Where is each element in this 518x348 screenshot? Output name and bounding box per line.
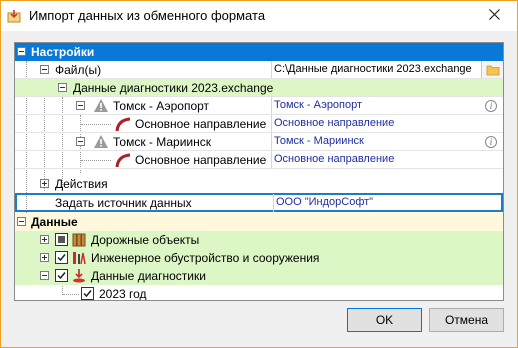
import-dialog: Импорт данных из обменного формата Настр…: [0, 0, 518, 348]
year-label: 2023 год: [99, 287, 147, 301]
file-path-value[interactable]: C:\Данные диагностики 2023.exchange: [274, 63, 472, 75]
direction-value[interactable]: Основное направление: [274, 153, 394, 165]
direction-row-airport[interactable]: Основное направление Основное направлени…: [15, 115, 503, 133]
close-icon: [488, 9, 500, 23]
expand-icon[interactable]: [40, 253, 49, 262]
category-label: Данные: [31, 215, 78, 229]
road-tomsk-airport[interactable]: Томск - Аэропорт Томск - Аэропорт i: [15, 97, 503, 115]
collapse-icon[interactable]: [58, 83, 67, 92]
exchange-file-label: Данные диагностики 2023.exchange: [73, 81, 274, 95]
close-button[interactable]: [471, 1, 517, 31]
actions-row[interactable]: Действия: [15, 175, 503, 193]
direction-label: Основное направление: [135, 153, 267, 167]
properties-tree[interactable]: Настройки Файл(ы) C:\Данные диагностики …: [14, 42, 504, 301]
road-tomsk-mariinsk[interactable]: Томск - Мариинск Томск - Мариинск i: [15, 133, 503, 151]
year-checkbox[interactable]: [81, 287, 94, 300]
title-bar: Импорт данных из обменного формата: [1, 1, 517, 31]
cancel-button[interactable]: Отмена: [429, 308, 504, 332]
category-label: Настройки: [31, 45, 95, 59]
direction-label: Основное направление: [135, 117, 267, 131]
engineering-label: Инженерное обустройство и сооружения: [91, 251, 320, 265]
year-row[interactable]: 2023 год: [15, 285, 503, 301]
diagnostics-row[interactable]: Данные диагностики: [15, 267, 503, 285]
diagnostics-checkbox[interactable]: [55, 269, 68, 282]
ok-button[interactable]: OK: [347, 308, 422, 332]
road-label: Томск - Аэропорт: [113, 99, 210, 113]
import-icon: [7, 9, 21, 23]
road-value[interactable]: Томск - Аэропорт: [274, 99, 362, 111]
diagnostics-label: Данные диагностики: [91, 269, 206, 283]
road-objects-checkbox[interactable]: [55, 233, 68, 246]
direction-row-mariinsk[interactable]: Основное направление Основное направлени…: [15, 151, 503, 169]
diagnostics-icon: [71, 268, 87, 284]
engineering-row[interactable]: Инженерное обустройство и сооружения: [15, 249, 503, 267]
files-row[interactable]: Файл(ы) C:\Данные диагностики 2023.excha…: [15, 61, 503, 79]
road-warning-icon: [93, 134, 109, 150]
browse-folder-button[interactable]: [481, 61, 503, 79]
collapse-icon[interactable]: [17, 47, 26, 56]
collapse-icon[interactable]: [76, 137, 85, 146]
road-objects-row[interactable]: Дорожные объекты: [15, 231, 503, 249]
files-label: Файл(ы): [55, 63, 102, 77]
category-data[interactable]: Данные: [15, 213, 503, 231]
collapse-icon[interactable]: [76, 101, 85, 110]
category-settings[interactable]: Настройки: [15, 43, 503, 61]
road-objects-icon: [71, 232, 87, 248]
direction-icon: [115, 152, 131, 168]
road-objects-label: Дорожные объекты: [91, 233, 200, 247]
info-icon[interactable]: i: [485, 136, 497, 148]
collapse-icon[interactable]: [40, 271, 49, 280]
expand-icon[interactable]: [40, 235, 49, 244]
info-icon[interactable]: i: [485, 100, 497, 112]
exchange-file-row[interactable]: Данные диагностики 2023.exchange: [15, 79, 503, 97]
collapse-icon[interactable]: [40, 65, 49, 74]
data-source-value[interactable]: ООО "ИндорСофт": [276, 196, 373, 208]
data-source-label: Задать источник данных: [55, 196, 192, 210]
data-source-row[interactable]: Задать источник данных ООО "ИндорСофт": [15, 193, 503, 212]
direction-icon: [115, 116, 131, 132]
window-title: Импорт данных из обменного формата: [29, 8, 266, 23]
direction-value[interactable]: Основное направление: [274, 117, 394, 129]
collapse-icon[interactable]: [17, 217, 26, 226]
expand-icon[interactable]: [40, 179, 49, 188]
road-label: Томск - Мариинск: [113, 135, 211, 149]
actions-label: Действия: [55, 177, 108, 191]
engineering-icon: [71, 250, 87, 266]
road-value[interactable]: Томск - Мариинск: [274, 135, 364, 147]
engineering-checkbox[interactable]: [55, 251, 68, 264]
road-warning-icon: [93, 98, 109, 114]
